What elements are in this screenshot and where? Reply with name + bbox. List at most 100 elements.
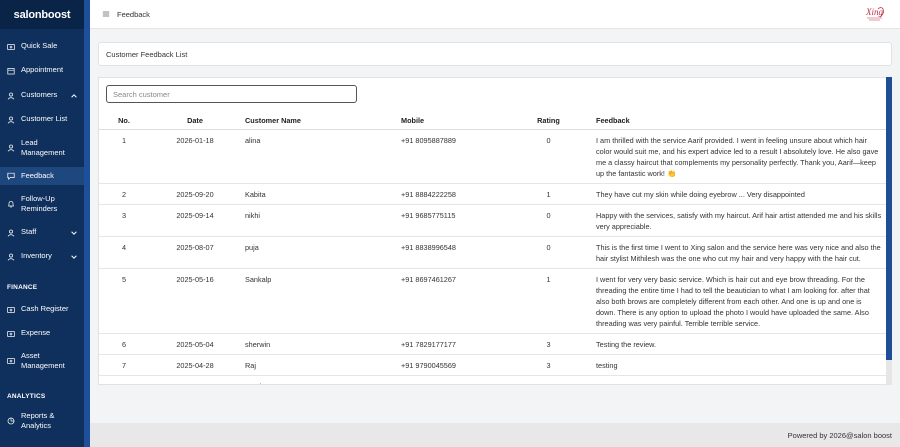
scrollbar-thumb[interactable] [886, 77, 892, 360]
sidebar-item-appointment[interactable]: Appointment [0, 64, 84, 77]
cash-icon [6, 329, 15, 338]
cell-no: 2 [99, 183, 149, 205]
sidebar-item-reports-analytics[interactable]: Reports & Analytics [0, 410, 84, 432]
cell-name: sherwin [241, 333, 397, 355]
table-row[interactable]: 5 2025-05-16 Sankalp +91 8697461267 1 I … [99, 268, 886, 334]
cell-no: 3 [99, 204, 149, 237]
col-mobile[interactable]: Mobile [397, 113, 505, 130]
cell-mobile: +91 7829177177 [397, 333, 505, 355]
sidebar-item-expense[interactable]: Expense [0, 327, 84, 340]
cash-icon [6, 357, 15, 366]
cell-mobile: +91 8884222258 [397, 183, 505, 205]
cash-icon [6, 305, 15, 314]
user-icon [6, 144, 15, 153]
sidebar-item-inventory[interactable]: Inventory [0, 250, 84, 263]
search-input[interactable] [106, 85, 357, 103]
bell-icon [6, 200, 15, 209]
sidebar-item-customers[interactable]: Customers [0, 89, 84, 102]
table-row[interactable]: 3 2025-09-14 nikhi +91 9685775115 0 Happ… [99, 204, 886, 237]
cell-date: 2025-04-28 [149, 375, 241, 384]
sidebar-item-lead-management[interactable]: Lead Management [0, 137, 84, 159]
card-header: Customer Feedback List [98, 42, 892, 66]
cell-rating: 0 [505, 204, 592, 237]
cell-feedback: testing [592, 354, 886, 376]
sidebar-item-asset-management[interactable]: Asset Management [0, 350, 84, 372]
col-no[interactable]: No. [99, 113, 149, 130]
table-row[interactable]: 2 2025-09-20 Kabita +91 8884222258 1 The… [99, 183, 886, 205]
cell-date: 2025-09-20 [149, 183, 241, 205]
cell-date: 2025-08-07 [149, 236, 241, 269]
cell-no: 7 [99, 354, 149, 376]
cell-no: 8 [99, 375, 149, 384]
cell-date: 2025-04-28 [149, 354, 241, 376]
cell-name: Austin [241, 375, 397, 384]
feedback-card: No. Date Customer Name Mobile Rating Fee… [98, 77, 892, 385]
cell-feedback: This is the first time I went to Xing sa… [592, 236, 886, 269]
cell-no: 6 [99, 333, 149, 355]
cell-name: Kabita [241, 183, 397, 205]
chevron-down-icon[interactable] [70, 229, 78, 237]
cell-name: Sankalp [241, 268, 397, 334]
menu-icon[interactable] [102, 10, 110, 18]
cell-date: 2025-05-04 [149, 333, 241, 355]
cell-rating: 1 [505, 268, 592, 334]
col-feedback[interactable]: Feedback [592, 113, 886, 130]
chart-icon [6, 417, 15, 426]
chevron-down-icon[interactable] [70, 253, 78, 261]
table-row[interactable]: 4 2025-08-07 puja +91 8838996548 0 This … [99, 236, 886, 269]
sidebar-item-feedback[interactable]: Feedback [0, 167, 84, 185]
sidebar-item-staff[interactable]: Staff [0, 226, 84, 239]
chevron-up-icon[interactable] [70, 92, 78, 100]
cell-date: 2025-09-14 [149, 204, 241, 237]
xing-logo: Xing [865, 7, 884, 21]
col-rating[interactable]: Rating [505, 113, 592, 130]
cell-feedback: They have cut my skin while doing eyebro… [592, 183, 886, 205]
cell-feedback: Happy with the services, satisfy with my… [592, 204, 886, 237]
page-title: Feedback [117, 9, 150, 19]
sidebar: salonboost Quick Sale Appointment Custom… [0, 0, 84, 447]
svg-text:Xing: Xing [865, 7, 883, 17]
table-row[interactable]: 1 2026-01-18 alina +91 8095887889 0 I am… [99, 129, 886, 184]
sidebar-item-follow-up-reminders[interactable]: Follow-Up Reminders [0, 193, 84, 215]
cell-feedback: Testing the review. [592, 333, 886, 355]
top-header: Feedback Xing [90, 0, 900, 29]
user-icon [6, 115, 15, 124]
cell-name: puja [241, 236, 397, 269]
col-customer-name[interactable]: Customer Name [241, 113, 397, 130]
sidebar-item-customer-list[interactable]: Customer List [0, 113, 84, 126]
table-row[interactable]: 8 2025-04-28 Austin +91 7904303535 3 Tes… [99, 375, 886, 384]
cell-rating: 3 [505, 375, 592, 384]
cash-icon [6, 42, 15, 51]
footer-text: Powered by 2026@salon boost [787, 430, 892, 440]
footer: Powered by 2026@salon boost [90, 423, 900, 447]
section-analytics: ANALYTICS [7, 393, 46, 400]
feedback-table: No. Date Customer Name Mobile Rating Fee… [99, 113, 886, 384]
cell-rating: 3 [505, 354, 592, 376]
sidebar-item-quick-sale[interactable]: Quick Sale [0, 40, 84, 53]
section-finance: FINANCE [7, 284, 38, 291]
calendar-icon [6, 66, 15, 75]
cell-mobile: +91 9685775115 [397, 204, 505, 237]
col-date[interactable]: Date [149, 113, 241, 130]
cell-rating: 0 [505, 236, 592, 269]
table-row[interactable]: 6 2025-05-04 sherwin +91 7829177177 3 Te… [99, 333, 886, 355]
cell-mobile: +91 7904303535 [397, 375, 505, 384]
cell-mobile: +91 8095887889 [397, 129, 505, 184]
cell-rating: 0 [505, 129, 592, 184]
cell-date: 2025-05-16 [149, 268, 241, 334]
cell-mobile: +91 8697461267 [397, 268, 505, 334]
cell-feedback: I am thrilled with the service Aarif pro… [592, 129, 886, 184]
cell-name: Raj [241, 354, 397, 376]
cell-no: 4 [99, 236, 149, 269]
table-scrollbar[interactable] [886, 77, 892, 385]
cell-mobile: +91 9790045569 [397, 354, 505, 376]
salonboost-logo[interactable]: salonboost [0, 0, 84, 29]
cell-date: 2026-01-18 [149, 129, 241, 184]
comment-icon [6, 172, 15, 181]
table-row[interactable]: 7 2025-04-28 Raj +91 9790045569 3 testin… [99, 354, 886, 376]
cell-rating: 3 [505, 333, 592, 355]
cell-feedback: I went for very very basic service. Whic… [592, 268, 886, 334]
table-header-row: No. Date Customer Name Mobile Rating Fee… [99, 113, 886, 130]
sidebar-item-cash-register[interactable]: Cash Register [0, 303, 84, 316]
sidebar-rail [84, 0, 90, 447]
